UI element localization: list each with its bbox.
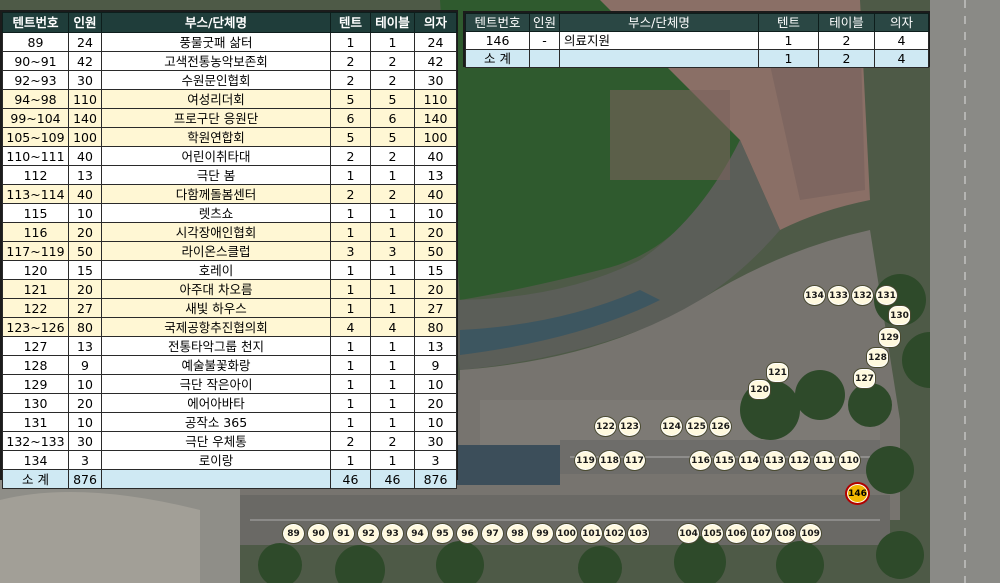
booth-marker-129[interactable]: 129 [878,327,901,348]
booth-marker-122[interactable]: 122 [594,416,617,437]
booth-marker-102[interactable]: 102 [603,523,626,544]
booth-marker-97[interactable]: 97 [481,523,504,544]
booth-marker-101[interactable]: 101 [580,523,603,544]
booth-marker-115[interactable]: 115 [713,450,736,471]
booth-marker-100[interactable]: 100 [555,523,578,544]
booth-marker-113[interactable]: 113 [763,450,786,471]
booth-marker-91[interactable]: 91 [332,523,355,544]
booth-marker-119[interactable]: 119 [574,450,597,471]
booth-marker-134[interactable]: 134 [803,285,826,306]
booth-marker-123[interactable]: 123 [618,416,641,437]
booth-marker-99[interactable]: 99 [531,523,554,544]
booth-marker-117[interactable]: 117 [623,450,646,471]
booth-marker-127[interactable]: 127 [853,368,876,389]
booth-marker-105[interactable]: 105 [701,523,724,544]
booth-marker-124[interactable]: 124 [660,416,683,437]
booth-marker-128[interactable]: 128 [866,347,889,368]
booth-marker-146[interactable]: 146 [845,482,870,505]
booth-marker-103[interactable]: 103 [627,523,650,544]
booth-marker-96[interactable]: 96 [456,523,479,544]
booth-marker-133[interactable]: 133 [827,285,850,306]
booth-marker-121[interactable]: 121 [766,362,789,383]
booth-marker-112[interactable]: 112 [788,450,811,471]
booth-marker-111[interactable]: 111 [813,450,836,471]
booth-marker-92[interactable]: 92 [357,523,380,544]
booth-marker-110[interactable]: 110 [838,450,861,471]
booth-marker-94[interactable]: 94 [406,523,429,544]
booth-marker-106[interactable]: 106 [725,523,748,544]
booth-marker-126[interactable]: 126 [709,416,732,437]
booth-marker-90[interactable]: 90 [307,523,330,544]
booth-marker-89[interactable]: 89 [282,523,305,544]
booth-marker-98[interactable]: 98 [506,523,529,544]
booth-marker-116[interactable]: 116 [689,450,712,471]
booth-marker-109[interactable]: 109 [799,523,822,544]
booth-marker-114[interactable]: 114 [738,450,761,471]
booth-marker-132[interactable]: 132 [851,285,874,306]
booth-marker-131[interactable]: 131 [875,285,898,306]
booth-marker-104[interactable]: 104 [677,523,700,544]
booth-marker-107[interactable]: 107 [750,523,773,544]
booth-marker-93[interactable]: 93 [381,523,404,544]
booth-marker-95[interactable]: 95 [431,523,454,544]
booth-marker-120[interactable]: 120 [748,379,771,400]
booth-marker-125[interactable]: 125 [685,416,708,437]
booth-marker-130[interactable]: 130 [888,305,911,326]
booth-marker-layer: 89 90 91 92 93 94 95 96 97 98 99 100 101 102 103 104 105… [0,0,1000,583]
booth-marker-108[interactable]: 108 [774,523,797,544]
booth-marker-118[interactable]: 118 [598,450,621,471]
